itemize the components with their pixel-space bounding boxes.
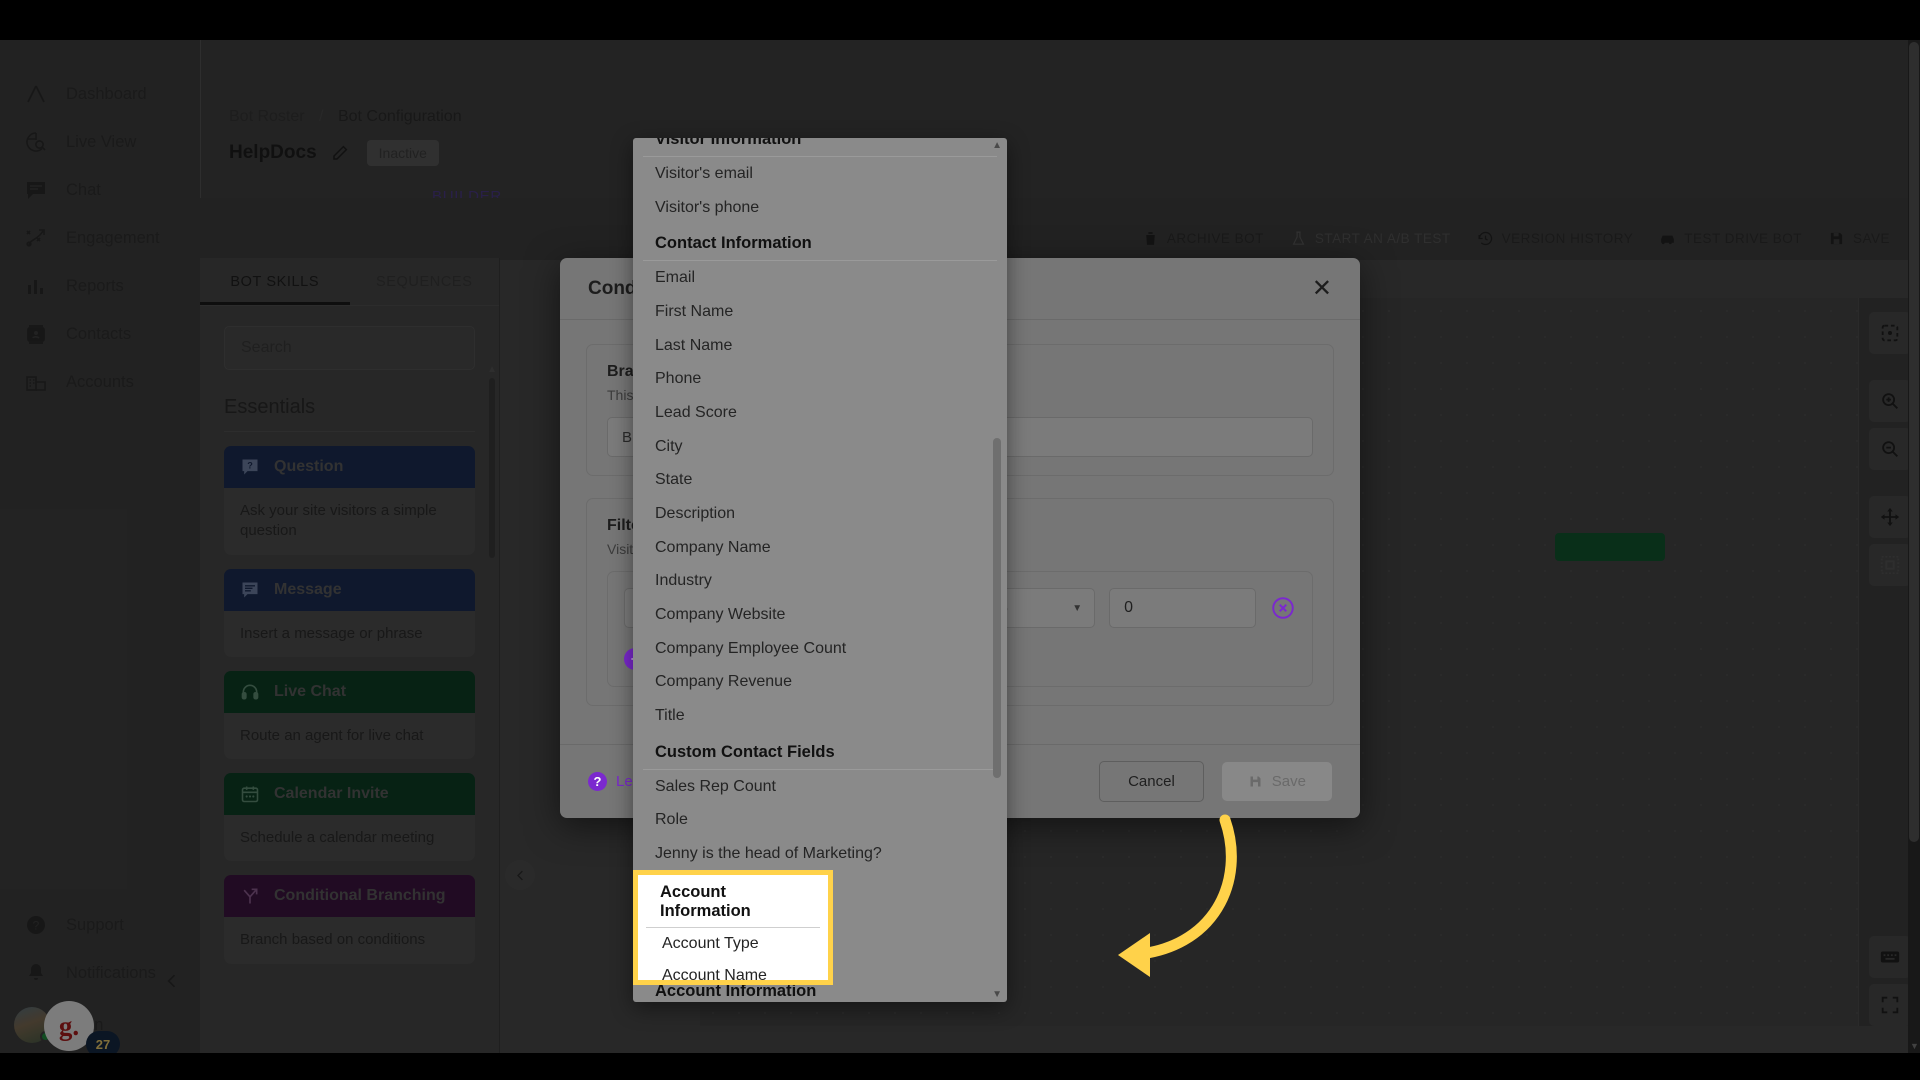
dropdown-item[interactable]: Visitor's phone (633, 191, 1007, 225)
dropdown-item[interactable]: Company Revenue (633, 665, 1007, 699)
cancel-button[interactable]: Cancel (1099, 761, 1204, 802)
letterbox-bottom (0, 1053, 1920, 1080)
help-circle-icon: ? (588, 772, 607, 791)
dropdown-item[interactable]: Lead Score (633, 396, 1007, 430)
dropdown-item[interactable]: First Name (633, 295, 1007, 329)
dropdown-item[interactable]: City (633, 430, 1007, 464)
dropdown-item[interactable]: Jenny is the head of Marketing? (633, 837, 1007, 871)
dropdown-item[interactable]: Company Website (633, 598, 1007, 632)
chevron-down-icon: ▼ (1072, 602, 1083, 614)
dropdown-group-title: Contact Information (643, 224, 997, 262)
dropdown-item[interactable]: Company Name (633, 531, 1007, 565)
footer-buttons: Cancel Save (1099, 761, 1332, 802)
dropdown-item[interactable]: Phone (633, 362, 1007, 396)
dropdown-scrollbar-thumb[interactable] (993, 438, 1001, 778)
dropdown-item[interactable]: Title (633, 699, 1007, 733)
close-icon[interactable]: ✕ (1312, 276, 1332, 301)
dropdown-item[interactable]: Industry (633, 564, 1007, 598)
highlight-annotation-box: Account Information Account Type Account… (633, 870, 833, 985)
dropdown-scroll-down-arrow[interactable]: ▼ (992, 989, 1002, 1000)
dropdown-item[interactable]: State (633, 463, 1007, 497)
dropdown-item[interactable]: Company Employee Count (633, 632, 1007, 666)
letterbox-top (0, 0, 1920, 40)
dropdown-item[interactable]: Sales Rep Count (633, 770, 1007, 804)
filter-value-input[interactable]: 0 (1109, 588, 1256, 628)
dropdown-item-account-type[interactable]: Account Type (638, 928, 828, 960)
dropdown-item[interactable]: Last Name (633, 329, 1007, 363)
dropdown-item[interactable]: Visitor's email (633, 157, 1007, 191)
save-icon (1250, 776, 1261, 787)
dropdown-item-account-name[interactable]: Account Name (638, 960, 828, 980)
save-button: Save (1221, 762, 1332, 801)
dropdown-group-title: Custom Contact Fields (643, 733, 997, 770)
remove-filter-icon[interactable] (1270, 595, 1296, 621)
dropdown-group-title: Account Information (646, 875, 820, 928)
dropdown-item[interactable]: Email (633, 261, 1007, 295)
dropdown-scroll-up-arrow[interactable]: ▲ (992, 140, 1002, 151)
dropdown-group-title: Visitor Information (643, 138, 997, 157)
app-root: Dashboard Live View Chat Engagement Repo… (0, 0, 1920, 1080)
dropdown-item[interactable]: Role (633, 803, 1007, 837)
save-label: Save (1271, 773, 1306, 790)
dropdown-item[interactable]: Description (633, 497, 1007, 531)
